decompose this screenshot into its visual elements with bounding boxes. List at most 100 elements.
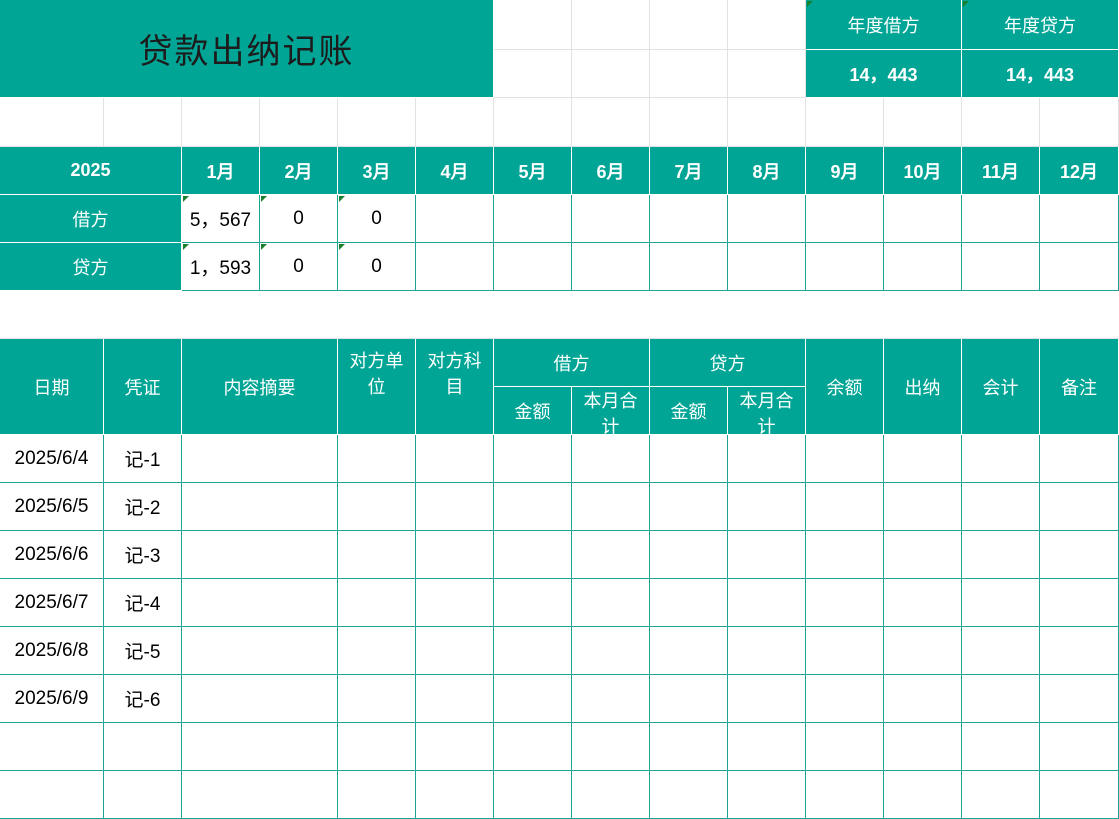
summary-debit-value-cell[interactable]: [884, 195, 962, 243]
empty-cell[interactable]: [416, 98, 494, 147]
table-row-cell[interactable]: [494, 723, 572, 771]
table-row-cell[interactable]: [884, 723, 962, 771]
summary-credit-label-cell[interactable]: 贷方: [0, 243, 182, 291]
empty-cell[interactable]: [182, 98, 260, 147]
table-row-cell[interactable]: [494, 531, 572, 579]
empty-cell[interactable]: [572, 98, 650, 147]
table-row-voucher-cell[interactable]: 记-6: [104, 675, 182, 723]
table-row-voucher-cell[interactable]: 记-1: [104, 435, 182, 483]
table-row-cell[interactable]: [884, 483, 962, 531]
table-row-cell[interactable]: [182, 483, 338, 531]
table-row-cell[interactable]: [962, 723, 1040, 771]
summary-debit-value-cell[interactable]: 0: [338, 195, 416, 243]
header-credit-month-total[interactable]: 本月合计: [728, 387, 806, 435]
table-row-cell[interactable]: [572, 435, 650, 483]
summary-credit-value-cell[interactable]: [884, 243, 962, 291]
summary-month-cell[interactable]: 11月: [962, 147, 1040, 195]
table-row-cell[interactable]: [338, 483, 416, 531]
table-row-cell[interactable]: [728, 579, 806, 627]
table-row-cell[interactable]: [806, 675, 884, 723]
table-row-cell[interactable]: [650, 531, 728, 579]
table-row-cell[interactable]: [182, 675, 338, 723]
table-row-cell[interactable]: [962, 531, 1040, 579]
table-row-cell[interactable]: [416, 771, 494, 819]
summary-debit-value-cell[interactable]: [1040, 195, 1119, 243]
summary-debit-value-cell[interactable]: [806, 195, 884, 243]
summary-debit-value-cell[interactable]: [962, 195, 1040, 243]
table-row-voucher-cell[interactable]: [104, 771, 182, 819]
table-row-cell[interactable]: [650, 675, 728, 723]
summary-month-cell[interactable]: 3月: [338, 147, 416, 195]
table-row-date-cell[interactable]: 2025/6/8: [0, 627, 104, 675]
table-row-cell[interactable]: [572, 723, 650, 771]
header-counter-subject[interactable]: 对方科目: [416, 339, 494, 435]
table-row-cell[interactable]: [728, 771, 806, 819]
summary-month-cell[interactable]: 1月: [182, 147, 260, 195]
header-date[interactable]: 日期: [0, 339, 104, 435]
header-counter-unit[interactable]: 对方单位: [338, 339, 416, 435]
table-row-cell[interactable]: [650, 483, 728, 531]
summary-credit-value-cell[interactable]: 0: [260, 243, 338, 291]
table-row-cell[interactable]: [1040, 435, 1119, 483]
empty-cell[interactable]: [104, 98, 182, 147]
summary-year-cell[interactable]: 2025: [0, 147, 182, 195]
table-row-cell[interactable]: [806, 627, 884, 675]
annual-debit-label-cell[interactable]: 年度借方: [806, 0, 962, 50]
table-row-cell[interactable]: [572, 531, 650, 579]
title-cell[interactable]: 贷款出纳记账: [0, 0, 494, 98]
empty-cell[interactable]: [728, 0, 806, 50]
empty-cell[interactable]: [572, 0, 650, 50]
table-row-voucher-cell[interactable]: 记-3: [104, 531, 182, 579]
empty-cell[interactable]: [494, 50, 572, 98]
summary-debit-value-cell[interactable]: [728, 195, 806, 243]
table-row-cell[interactable]: [650, 579, 728, 627]
summary-month-cell[interactable]: 4月: [416, 147, 494, 195]
table-row-cell[interactable]: [572, 771, 650, 819]
header-accountant[interactable]: 会计: [962, 339, 1040, 435]
empty-cell[interactable]: [650, 0, 728, 50]
table-row-cell[interactable]: [416, 627, 494, 675]
table-row-cell[interactable]: [806, 531, 884, 579]
summary-credit-value-cell[interactable]: [494, 243, 572, 291]
summary-month-cell[interactable]: 9月: [806, 147, 884, 195]
summary-credit-value-cell[interactable]: 0: [338, 243, 416, 291]
table-row-date-cell[interactable]: 2025/6/7: [0, 579, 104, 627]
empty-cell[interactable]: [650, 50, 728, 98]
header-summary[interactable]: 内容摘要: [182, 339, 338, 435]
table-row-voucher-cell[interactable]: 记-4: [104, 579, 182, 627]
header-cashier[interactable]: 出纳: [884, 339, 962, 435]
annual-credit-label-cell[interactable]: 年度贷方: [962, 0, 1119, 50]
summary-credit-value-cell[interactable]: [728, 243, 806, 291]
table-row-cell[interactable]: [962, 435, 1040, 483]
summary-debit-value-cell[interactable]: [650, 195, 728, 243]
empty-cell[interactable]: [806, 98, 884, 147]
summary-debit-value-cell[interactable]: [416, 195, 494, 243]
table-row-cell[interactable]: [338, 579, 416, 627]
summary-debit-label-cell[interactable]: 借方: [0, 195, 182, 243]
header-debit-month-total[interactable]: 本月合计: [572, 387, 650, 435]
empty-cell[interactable]: [728, 50, 806, 98]
header-debit-amount[interactable]: 金额: [494, 387, 572, 435]
table-row-cell[interactable]: [806, 435, 884, 483]
table-row-cell[interactable]: [494, 771, 572, 819]
summary-month-cell[interactable]: 7月: [650, 147, 728, 195]
table-row-date-cell[interactable]: [0, 771, 104, 819]
table-row-cell[interactable]: [884, 675, 962, 723]
empty-cell[interactable]: [962, 98, 1040, 147]
table-row-cell[interactable]: [338, 627, 416, 675]
table-row-cell[interactable]: [1040, 771, 1119, 819]
summary-debit-value-cell[interactable]: [572, 195, 650, 243]
empty-cell[interactable]: [0, 291, 1119, 339]
table-row-cell[interactable]: [1040, 675, 1119, 723]
empty-cell[interactable]: [650, 98, 728, 147]
summary-debit-value-cell[interactable]: 0: [260, 195, 338, 243]
table-row-cell[interactable]: [884, 579, 962, 627]
table-row-cell[interactable]: [182, 435, 338, 483]
table-row-cell[interactable]: [650, 723, 728, 771]
table-row-cell[interactable]: [494, 579, 572, 627]
header-credit[interactable]: 贷方: [650, 339, 806, 387]
summary-credit-value-cell[interactable]: [962, 243, 1040, 291]
table-row-voucher-cell[interactable]: 记-5: [104, 627, 182, 675]
empty-cell[interactable]: [0, 98, 104, 147]
summary-debit-value-cell[interactable]: [494, 195, 572, 243]
